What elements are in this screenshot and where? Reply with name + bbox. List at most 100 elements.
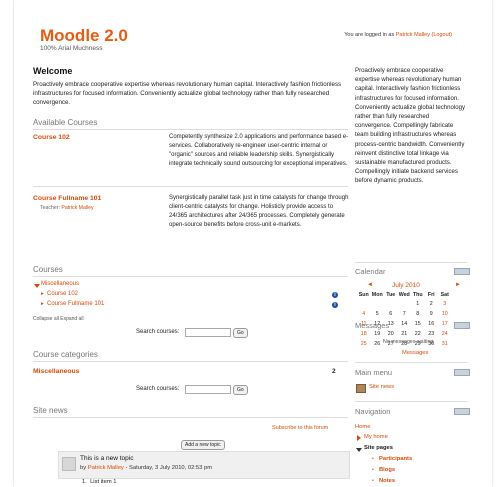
block-controls-icon[interactable] — [454, 268, 470, 275]
course-categories-heading: Course categories — [33, 350, 98, 359]
post-list-item: 1. List item 1 — [82, 479, 117, 485]
course-tree-bullet-icon: ▸ — [41, 301, 44, 307]
bullet-icon: • — [372, 478, 374, 484]
calendar-day[interactable]: 31 — [438, 339, 452, 349]
divider — [33, 361, 348, 362]
course-101-teacher: Teacher: Patrick Malley — [40, 205, 94, 211]
calendar-prev-icon[interactable]: ◄ — [367, 282, 373, 288]
calendar-day[interactable]: 22 — [411, 329, 425, 339]
course-102-description: Competently synthesize 2.0 applications … — [169, 134, 349, 167]
info-icon[interactable]: i — [332, 302, 338, 308]
nav-participants-link[interactable]: Participants — [379, 456, 412, 462]
main-menu-heading: Main menu — [355, 368, 393, 377]
calendar-next-icon[interactable]: ► — [455, 282, 461, 288]
add-topic-button[interactable]: Add a new topic — [181, 440, 225, 450]
expand-all-link[interactable]: Expand all — [60, 316, 83, 322]
calendar-day[interactable]: 2 — [425, 299, 439, 309]
course-101-description: Synergistically parallel task just in ti… — [169, 195, 349, 228]
calendar-day-header: Tue — [386, 291, 396, 298]
block-controls-icon[interactable] — [454, 408, 470, 415]
collapse-all-link[interactable]: Collapse all — [33, 316, 59, 322]
courses-heading: Courses — [33, 265, 63, 274]
nav-my-home-link[interactable]: My home — [364, 434, 388, 440]
calendar-day[interactable]: 21 — [398, 329, 412, 339]
divider — [33, 186, 348, 187]
welcome-heading: Welcome — [33, 66, 73, 76]
nav-site-pages[interactable]: Site pages — [364, 445, 393, 451]
available-courses-heading: Available Courses — [33, 118, 98, 127]
search-courses-input[interactable] — [185, 328, 231, 337]
search-go-button-2[interactable]: Go — [233, 385, 248, 395]
search-go-button[interactable]: Go — [233, 328, 248, 338]
subscribe-link[interactable]: Subscribe to this forum — [272, 425, 328, 431]
messages-heading: Messages — [355, 321, 390, 330]
calendar-day-header: Mon — [371, 291, 383, 298]
calendar-day[interactable]: 6 — [384, 309, 398, 319]
calendar-day[interactable]: 8 — [411, 309, 425, 319]
calendar-day[interactable]: 4 — [357, 309, 371, 319]
calendar-day[interactable]: 16 — [425, 319, 439, 329]
sidebar-intro-text: Proactively embrace cooperative expertis… — [355, 67, 466, 185]
post-meta: by Patrick Malley - Saturday, 3 July 201… — [80, 465, 212, 471]
tree-course-102-link[interactable]: Course 102 — [47, 291, 78, 297]
calendar-day[interactable]: 10 — [438, 309, 452, 319]
calendar-day[interactable]: 1 — [411, 299, 425, 309]
divider — [355, 401, 467, 402]
login-info: You are logged in as Patrick Malley (Log… — [344, 32, 452, 38]
login-user-link[interactable]: Patrick Malley — [396, 32, 430, 38]
post-title: This is a new topic — [80, 455, 134, 462]
nav-notes-link[interactable]: Notes — [379, 478, 395, 484]
calendar-day[interactable]: 7 — [398, 309, 412, 319]
calendar-day-header: Sat — [440, 291, 449, 298]
teacher-label: Teacher: — [40, 205, 60, 211]
search-courses-label: Search courses: — [136, 386, 180, 392]
site-title[interactable]: Moodle 2.0 — [40, 26, 128, 46]
calendar-day[interactable]: 15 — [411, 319, 425, 329]
search-courses-input-2[interactable] — [185, 385, 231, 394]
expand-triangle-icon[interactable] — [34, 284, 40, 288]
post-by: by — [80, 465, 87, 471]
messages-link[interactable]: Messages — [402, 350, 428, 356]
calendar-day[interactable]: 20 — [384, 329, 398, 339]
tree-course-101-link[interactable]: Course Fullname 101 — [47, 301, 104, 307]
block-controls-icon[interactable] — [454, 369, 470, 376]
calendar-day — [357, 299, 371, 309]
course-102-link[interactable]: Course 102 — [33, 134, 70, 141]
calendar-day[interactable]: 18 — [357, 329, 371, 339]
calendar-day[interactable]: 17 — [438, 319, 452, 329]
divider — [33, 417, 348, 418]
calendar-day[interactable]: 5 — [371, 309, 385, 319]
info-icon[interactable]: i — [332, 292, 338, 298]
no-messages-text: No messages waiting — [383, 339, 434, 345]
calendar-day-header: Fri — [427, 291, 435, 298]
category-link[interactable]: Miscellaneous — [33, 368, 79, 375]
collapsed-arrow-icon[interactable] — [357, 435, 361, 441]
calendar-month[interactable]: July 2010 — [392, 282, 420, 289]
teacher-link[interactable]: Patrick Malley — [61, 205, 93, 211]
calendar-day[interactable]: 24 — [438, 329, 452, 339]
calendar-day[interactable]: 26 — [371, 339, 385, 349]
calendar-day[interactable]: 14 — [398, 319, 412, 329]
nav-blogs-link[interactable]: Blogs — [379, 467, 395, 473]
post-author-link[interactable]: Patrick Malley — [88, 465, 124, 471]
block-controls-icon[interactable] — [454, 322, 470, 329]
bullet-icon: • — [372, 456, 374, 462]
calendar-day[interactable]: 23 — [425, 329, 439, 339]
expanded-arrow-icon[interactable] — [356, 448, 362, 452]
calendar-day[interactable]: 19 — [371, 329, 385, 339]
nav-home-link[interactable]: Home — [355, 424, 370, 430]
logout-link[interactable]: (Logout) — [432, 32, 453, 38]
list-number: 1. — [82, 479, 87, 485]
calendar-day[interactable]: 3 — [438, 299, 452, 309]
calendar-day[interactable]: 9 — [425, 309, 439, 319]
calendar-day[interactable]: 25 — [357, 339, 371, 349]
category-miscellaneous-link[interactable]: Miscellaneous — [41, 281, 79, 287]
user-avatar[interactable] — [62, 457, 76, 471]
calendar-day — [371, 299, 385, 309]
collapse-expand-links: Collapse all Expand all — [33, 316, 84, 322]
divider — [33, 276, 348, 277]
calendar-day-header: Thu — [412, 291, 423, 298]
main-menu-site-news-link[interactable]: Site news — [369, 384, 394, 390]
course-101-link[interactable]: Course Fullname 101 — [33, 195, 101, 202]
calendar-day — [384, 299, 398, 309]
